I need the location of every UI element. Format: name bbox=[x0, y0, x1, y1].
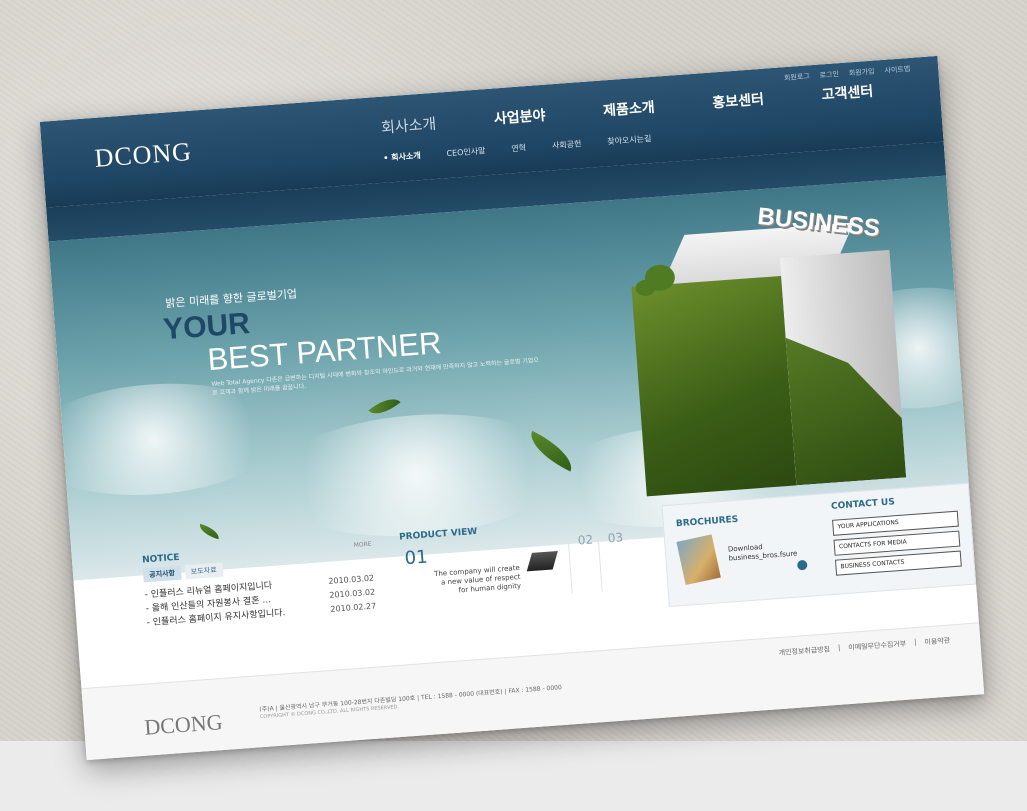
footer-logo: DCONG bbox=[143, 709, 224, 740]
leaf-icon bbox=[197, 523, 222, 540]
nav-customer-center[interactable]: 고객센터 bbox=[821, 81, 874, 106]
brochures-title: BROCHURES bbox=[675, 514, 739, 530]
footer-separator: | bbox=[837, 643, 841, 652]
product-page-03[interactable]: 03 bbox=[607, 530, 623, 545]
site-logo[interactable]: DCONG bbox=[94, 137, 193, 174]
notice-more-link[interactable]: MORE bbox=[354, 541, 372, 549]
contact-us-title: CONTACT US bbox=[830, 497, 896, 512]
footer-link-privacy[interactable]: 개인정보취급방침 bbox=[778, 644, 830, 658]
nav-business[interactable]: 사업분야 bbox=[493, 105, 546, 130]
sub-nav-directions[interactable]: 찾아오시는길 bbox=[607, 133, 652, 147]
cube-left-face bbox=[631, 275, 797, 497]
sub-nav-ceo[interactable]: CEO인사말 bbox=[446, 145, 486, 159]
nav-products[interactable]: 제품소개 bbox=[602, 97, 656, 122]
brochure-book-icon bbox=[676, 534, 721, 586]
util-link[interactable]: 사이트맵 bbox=[884, 64, 910, 76]
tab-notice[interactable]: 공지사항 bbox=[142, 565, 182, 583]
business-cube-illustration: BUSINESS bbox=[627, 203, 938, 528]
nav-pr-center[interactable]: 홍보센터 bbox=[712, 89, 765, 114]
download-go-button[interactable] bbox=[796, 559, 808, 571]
util-link[interactable]: 로그인 bbox=[819, 69, 839, 80]
util-link[interactable]: 회원가입 bbox=[849, 67, 875, 79]
tab-press[interactable]: 보도자료 bbox=[184, 562, 224, 580]
footer-links: 개인정보취급방침 | 이메일무단수집거부 | 이용약관 bbox=[778, 636, 950, 659]
util-link[interactable]: 회원로그 bbox=[784, 71, 810, 83]
sub-nav-history[interactable]: 연혁 bbox=[511, 142, 527, 154]
product-current-number: 01 bbox=[403, 546, 429, 570]
utility-links: 회원로그 로그인 회원가입 사이트맵 bbox=[784, 64, 911, 83]
footer-separator: | bbox=[913, 638, 917, 647]
sub-nav-social[interactable]: 사회공헌 bbox=[552, 138, 582, 151]
footer-link-terms[interactable]: 이용약관 bbox=[924, 636, 950, 648]
product-page-02[interactable]: 02 bbox=[577, 532, 593, 547]
brochure-download-link[interactable]: Download business_bros.fsure bbox=[728, 541, 798, 564]
nav-company[interactable]: 회사소개 bbox=[380, 113, 437, 138]
sub-menu: • 회사소개 CEO인사말 연혁 사회공헌 찾아오시는길 bbox=[383, 133, 652, 164]
footer-address: (주)A | 울산광역시 남구 무거동 100-28번지 다존빌딩 100호 |… bbox=[259, 684, 563, 714]
website-mockup: DCONG 회원로그 로그인 회원가입 사이트맵 회사소개 사업분야 제품소개 … bbox=[39, 55, 985, 761]
footer-link-email-refusal[interactable]: 이메일무단수집거부 bbox=[848, 639, 907, 653]
sub-nav-company[interactable]: • 회사소개 bbox=[383, 150, 421, 164]
